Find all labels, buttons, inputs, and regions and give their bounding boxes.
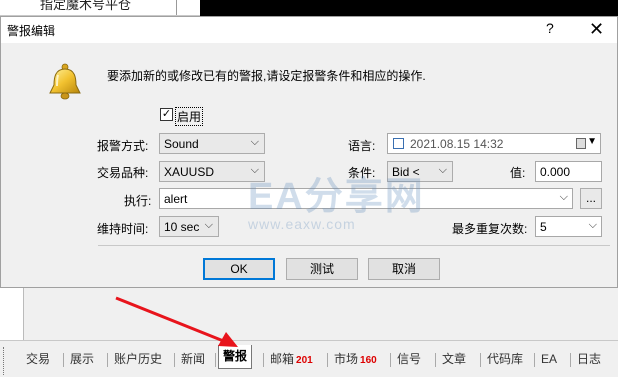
expiry-enable-checkbox[interactable] [393,138,404,149]
tab-separator [107,353,108,367]
tab-label: 邮箱 [270,352,295,366]
tab-count-badge: 201 [296,355,313,366]
enable-checkbox-label[interactable]: 启用 [175,107,204,126]
background-partial-text: 指定魔术号平仓 [40,0,132,12]
watermark: EA分享网 www.eaxw.com [248,165,425,232]
tab-separator [263,353,264,367]
tab-label: 展示 [70,352,95,366]
tab-label: 交易 [26,352,51,366]
button-separator [98,245,610,246]
chevron-down-icon: ⌵ [559,191,568,203]
chevron-down-icon: ⌵ [438,164,447,176]
calendar-icon[interactable] [576,138,586,149]
ok-button[interactable]: OK [203,258,275,280]
tab-count-badge: 160 [360,355,377,366]
tab-3[interactable]: 新闻 [177,350,209,370]
tab-4[interactable]: 警报 [218,345,253,369]
tab-11[interactable]: 日志 [573,350,605,370]
tab-10[interactable]: EA [537,350,561,370]
tab-8[interactable]: 文章 [438,350,470,370]
alert-type-dropdown[interactable]: Sound ⌵ [159,133,265,154]
price-input[interactable]: 0.000 [535,161,602,182]
max-repeats-value: 5 [540,220,547,234]
tab-7[interactable]: 信号 [393,350,425,370]
tab-separator [215,353,216,367]
max-repeats-label: 最多重复次数: [452,222,528,236]
tab-separator [390,353,391,367]
tab-label: 市场 [334,352,359,366]
tab-separator [174,353,175,367]
tab-label: 文章 [442,352,467,366]
alert-type-label: 报警方式: [97,139,149,153]
tab-label: 警报 [223,349,248,363]
tab-label: 代码库 [487,352,524,366]
vertical-panel-title [3,347,13,375]
help-button[interactable]: ? [546,20,554,36]
browse-button-label: ... [585,191,596,205]
background-chart-area [200,0,618,16]
intro-text: 要添加新的或修改已有的警报,请设定报警条件和相应的操作. [107,69,426,83]
tab-label: 账户历史 [114,352,163,366]
duration-label: 维持时间: [97,222,149,236]
tab-label: 新闻 [181,352,206,366]
watermark-logo-text: EA分享网 [248,176,425,218]
expiry-label: 语言: [348,139,376,153]
tab-6[interactable]: 市场 160 [330,350,381,370]
background-combo-arrow[interactable] [176,0,194,15]
tab-9[interactable]: 代码库 [483,350,527,370]
price-value: 0.000 [540,165,571,179]
expiry-datetime-picker[interactable]: 2021.08.15 14:32 ▼ [387,133,601,154]
enable-checkbox[interactable]: ✓ [160,108,173,121]
test-button[interactable]: 测试 [286,258,358,280]
tab-separator [570,353,571,367]
tab-separator [435,353,436,367]
cancel-button[interactable]: 取消 [368,258,440,280]
tab-0[interactable]: 交易 [22,350,54,370]
alert-type-value: Sound [164,137,199,151]
terminal-tab-bar: 交易 展示 账户历史 新闻 警报 邮箱 201 市场 160 信号 文章 代码库 EA 日志 [0,340,618,377]
action-label: 执行: [124,194,152,208]
tab-2[interactable]: 账户历史 [110,350,166,370]
tab-label: 日志 [577,352,602,366]
tab-separator [327,353,328,367]
chevron-down-icon: ⌵ [204,219,213,231]
caret-down-icon[interactable]: ▼ [587,136,597,147]
background-toolbar: 指定魔术号平仓 [0,0,618,16]
symbol-value: XAUUSD [164,165,215,179]
browse-button[interactable]: ... [580,188,602,209]
chevron-down-icon: ⌵ [588,219,597,231]
dialog-titlebar[interactable]: 警报编辑 ? ✕ [1,17,617,43]
duration-dropdown[interactable]: 10 sec ⌵ [159,216,219,237]
action-value: alert [164,192,188,206]
tab-separator [480,353,481,367]
tab-label: EA [541,352,558,366]
tab-separator [63,353,64,367]
dialog-title: 警报编辑 [7,24,56,38]
tab-separator [534,353,535,367]
symbol-label: 交易品种: [97,166,149,180]
tab-label: 信号 [397,352,422,366]
tab-1[interactable]: 展示 [66,350,98,370]
tab-5[interactable]: 邮箱 201 [266,350,317,370]
price-label: 值: [510,166,526,180]
max-repeats-combo[interactable]: 5 ⌵ [535,216,602,237]
chevron-down-icon: ⌵ [250,136,259,148]
duration-value: 10 sec [164,220,200,234]
close-button[interactable]: ✕ [589,17,604,41]
bell-icon [49,63,81,100]
expiry-value: 2021.08.15 14:32 [410,137,504,151]
